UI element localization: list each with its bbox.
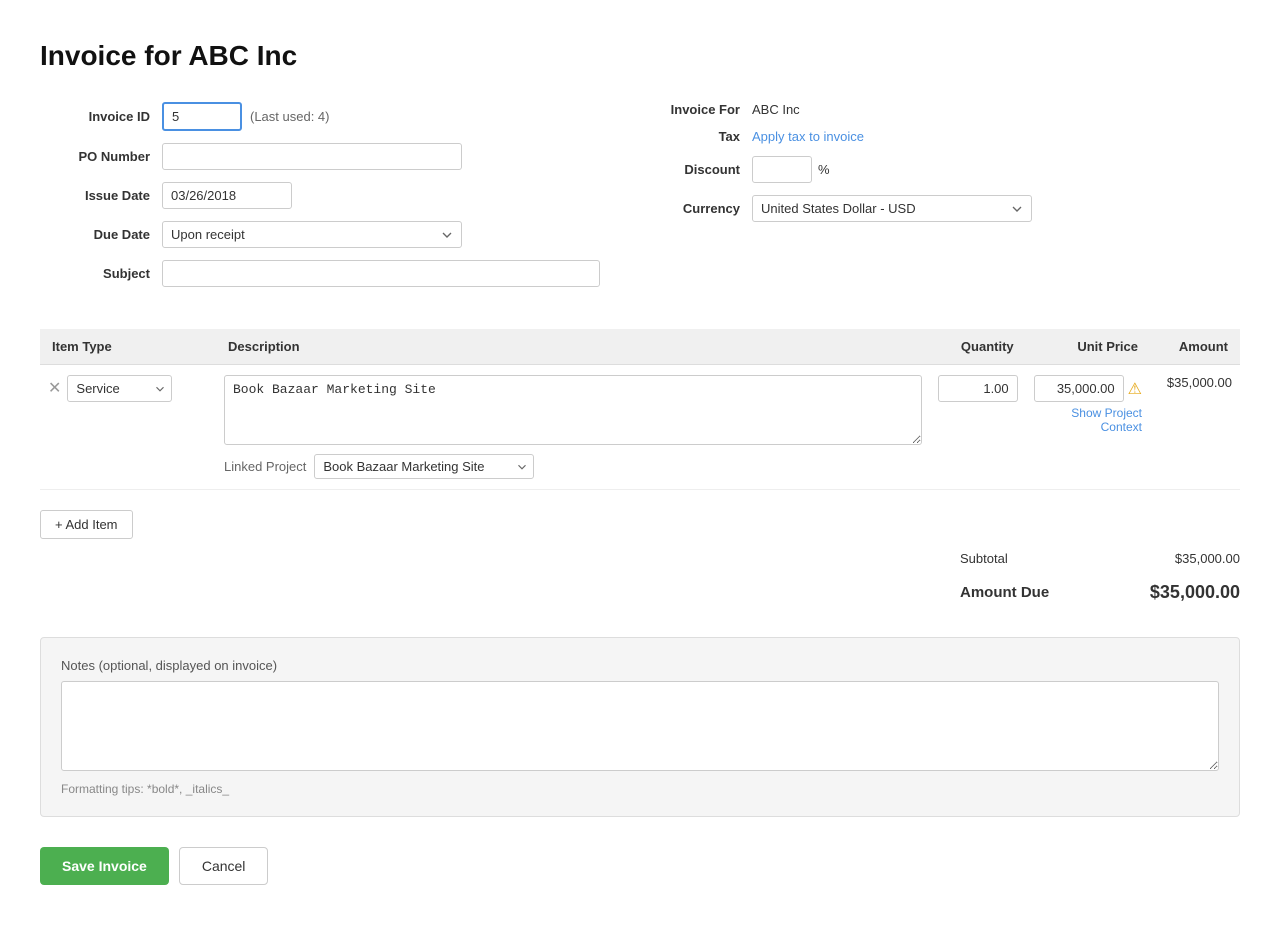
cancel-button[interactable]: Cancel: [179, 847, 269, 885]
subtotal-value: $35,000.00: [1175, 551, 1240, 566]
invoice-id-label: Invoice ID: [40, 109, 150, 124]
due-date-label: Due Date: [40, 227, 150, 242]
discount-input[interactable]: [752, 156, 812, 183]
warning-icon: ⚠: [1128, 379, 1142, 399]
page-title: Invoice for ABC Inc: [40, 40, 1240, 72]
unit-price-input[interactable]: [1034, 375, 1124, 402]
table-row: ✕ Service Product Hours Book Bazaar Mark…: [40, 365, 1240, 490]
add-item-button[interactable]: + Add Item: [40, 510, 133, 539]
add-item-label: + Add Item: [55, 517, 118, 532]
notes-label: Notes (optional, displayed on invoice): [61, 658, 1219, 673]
tax-label: Tax: [660, 129, 740, 144]
percent-sign: %: [818, 162, 830, 177]
action-buttons: Save Invoice Cancel: [40, 847, 1240, 885]
invoice-for-value: ABC Inc: [752, 102, 800, 117]
col-header-item-type: Item Type: [40, 329, 216, 365]
amount-due-value: $35,000.00: [1150, 582, 1240, 603]
notes-textarea[interactable]: [61, 681, 1219, 771]
subject-label: Subject: [40, 266, 150, 281]
formatting-tips: Formatting tips: *bold*, _italics_: [61, 782, 1219, 796]
currency-select[interactable]: United States Dollar - USD Euro - EUR Br…: [752, 195, 1032, 222]
show-project-context-link[interactable]: Show Project Context: [1034, 406, 1142, 434]
notes-section: Notes (optional, displayed on invoice) F…: [40, 637, 1240, 817]
remove-item-button[interactable]: ✕: [48, 381, 61, 397]
totals-section: Subtotal $35,000.00 Amount Due $35,000.0…: [960, 547, 1240, 607]
po-number-input[interactable]: [162, 143, 462, 170]
linked-project-label: Linked Project: [224, 459, 306, 474]
remove-icon: ✕: [48, 380, 61, 397]
discount-label: Discount: [660, 162, 740, 177]
subject-input[interactable]: [162, 260, 600, 287]
linked-project-select[interactable]: Book Bazaar Marketing Site: [314, 454, 534, 479]
po-number-label: PO Number: [40, 149, 150, 164]
quantity-input[interactable]: [938, 375, 1018, 402]
description-textarea[interactable]: Book Bazaar Marketing Site: [224, 375, 922, 445]
item-type-select[interactable]: Service Product Hours: [67, 375, 172, 402]
currency-label: Currency: [660, 201, 740, 216]
last-used-text: (Last used: 4): [250, 109, 330, 124]
col-header-amount: Amount: [1150, 329, 1240, 365]
items-table: Item Type Description Quantity Unit Pric…: [40, 329, 1240, 490]
col-header-description: Description: [216, 329, 930, 365]
issue-date-label: Issue Date: [40, 188, 150, 203]
apply-tax-link[interactable]: Apply tax to invoice: [752, 129, 864, 144]
invoice-id-input[interactable]: [162, 102, 242, 131]
due-date-select[interactable]: Upon receipt Net 15 Net 30 Net 60 Custom: [162, 221, 462, 248]
amount-due-label: Amount Due: [960, 584, 1049, 601]
issue-date-input[interactable]: [162, 182, 292, 209]
save-invoice-button[interactable]: Save Invoice: [40, 847, 169, 885]
col-header-quantity: Quantity: [930, 329, 1026, 365]
subtotal-label: Subtotal: [960, 551, 1008, 566]
item-amount: $35,000.00: [1150, 365, 1240, 490]
invoice-for-label: Invoice For: [660, 102, 740, 117]
col-header-unit-price: Unit Price: [1026, 329, 1150, 365]
